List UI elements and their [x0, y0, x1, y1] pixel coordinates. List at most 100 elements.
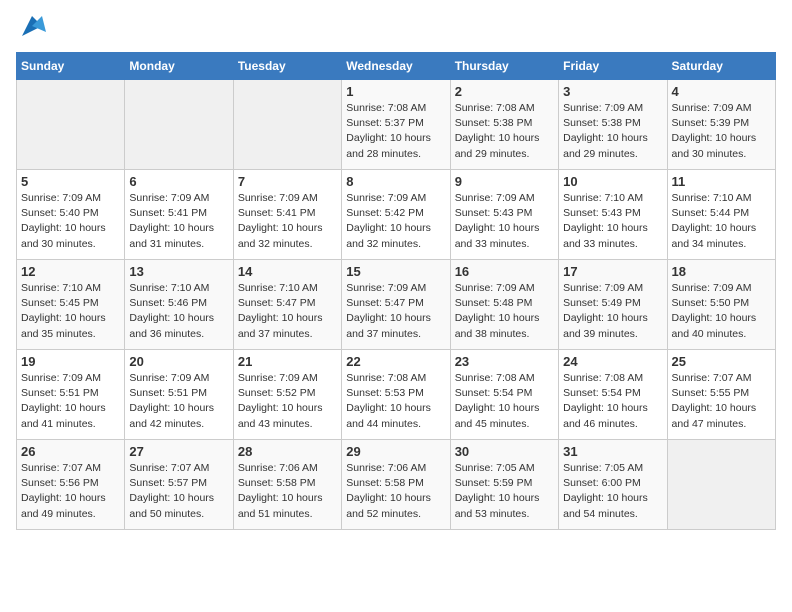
day-info: Sunrise: 7:09 AMSunset: 5:43 PMDaylight:… — [455, 191, 554, 252]
day-number: 6 — [129, 174, 228, 189]
day-number: 24 — [563, 354, 662, 369]
day-number: 16 — [455, 264, 554, 279]
day-info: Sunrise: 7:09 AMSunset: 5:39 PMDaylight:… — [672, 101, 771, 162]
weekday-header: Monday — [125, 53, 233, 80]
day-info: Sunrise: 7:07 AMSunset: 5:55 PMDaylight:… — [672, 371, 771, 432]
calendar-cell: 18 Sunrise: 7:09 AMSunset: 5:50 PMDayligh… — [667, 260, 775, 350]
day-number: 14 — [238, 264, 337, 279]
day-info: Sunrise: 7:09 AMSunset: 5:48 PMDaylight:… — [455, 281, 554, 342]
day-info: Sunrise: 7:08 AMSunset: 5:53 PMDaylight:… — [346, 371, 445, 432]
day-number: 12 — [21, 264, 120, 279]
calendar-cell: 17 Sunrise: 7:09 AMSunset: 5:49 PMDayligh… — [559, 260, 667, 350]
calendar-cell — [125, 80, 233, 170]
calendar-week-row: 5 Sunrise: 7:09 AMSunset: 5:40 PMDaylight… — [17, 170, 776, 260]
calendar-cell: 21 Sunrise: 7:09 AMSunset: 5:52 PMDayligh… — [233, 350, 341, 440]
day-number: 23 — [455, 354, 554, 369]
day-number: 1 — [346, 84, 445, 99]
calendar-cell: 5 Sunrise: 7:09 AMSunset: 5:40 PMDaylight… — [17, 170, 125, 260]
calendar-cell: 14 Sunrise: 7:10 AMSunset: 5:47 PMDayligh… — [233, 260, 341, 350]
calendar-cell: 23 Sunrise: 7:08 AMSunset: 5:54 PMDayligh… — [450, 350, 558, 440]
day-number: 17 — [563, 264, 662, 279]
calendar-cell: 24 Sunrise: 7:08 AMSunset: 5:54 PMDayligh… — [559, 350, 667, 440]
calendar-week-row: 12 Sunrise: 7:10 AMSunset: 5:45 PMDayligh… — [17, 260, 776, 350]
day-info: Sunrise: 7:09 AMSunset: 5:51 PMDaylight:… — [129, 371, 228, 432]
day-number: 29 — [346, 444, 445, 459]
weekday-header: Saturday — [667, 53, 775, 80]
weekday-header: Friday — [559, 53, 667, 80]
day-number: 30 — [455, 444, 554, 459]
calendar-cell: 6 Sunrise: 7:09 AMSunset: 5:41 PMDaylight… — [125, 170, 233, 260]
day-number: 19 — [21, 354, 120, 369]
day-info: Sunrise: 7:09 AMSunset: 5:42 PMDaylight:… — [346, 191, 445, 252]
day-info: Sunrise: 7:08 AMSunset: 5:54 PMDaylight:… — [455, 371, 554, 432]
day-number: 10 — [563, 174, 662, 189]
calendar-cell: 9 Sunrise: 7:09 AMSunset: 5:43 PMDaylight… — [450, 170, 558, 260]
weekday-header: Tuesday — [233, 53, 341, 80]
calendar-cell: 31 Sunrise: 7:05 AMSunset: 6:00 PMDayligh… — [559, 440, 667, 530]
calendar-cell: 13 Sunrise: 7:10 AMSunset: 5:46 PMDayligh… — [125, 260, 233, 350]
calendar-cell — [17, 80, 125, 170]
calendar-cell: 28Sunrise: 7:06 AMSunset: 5:58 PMDayligh… — [233, 440, 341, 530]
day-info: Sunrise: 7:08 AMSunset: 5:38 PMDaylight:… — [455, 101, 554, 162]
day-number: 22 — [346, 354, 445, 369]
day-info: Sunrise: 7:07 AMSunset: 5:56 PMDaylight:… — [21, 461, 120, 522]
page-header — [16, 16, 776, 40]
day-info: Sunrise: 7:10 AMSunset: 5:44 PMDaylight:… — [672, 191, 771, 252]
calendar-cell: 10 Sunrise: 7:10 AMSunset: 5:43 PMDayligh… — [559, 170, 667, 260]
day-number: 28 — [238, 444, 337, 459]
day-number: 25 — [672, 354, 771, 369]
day-number: 18 — [672, 264, 771, 279]
day-info: Sunrise: 7:09 AMSunset: 5:51 PMDaylight:… — [21, 371, 120, 432]
day-info: Sunrise: 7:06 AMSunset: 5:58 PMDaylight:… — [346, 461, 445, 522]
day-info: Sunrise: 7:09 AMSunset: 5:52 PMDaylight:… — [238, 371, 337, 432]
day-number: 7 — [238, 174, 337, 189]
calendar-cell — [233, 80, 341, 170]
day-number: 31 — [563, 444, 662, 459]
day-info: Sunrise: 7:09 AMSunset: 5:49 PMDaylight:… — [563, 281, 662, 342]
day-info: Sunrise: 7:10 AMSunset: 5:47 PMDaylight:… — [238, 281, 337, 342]
day-number: 13 — [129, 264, 228, 279]
logo-icon — [18, 12, 46, 40]
calendar-header-row: SundayMondayTuesdayWednesdayThursdayFrid… — [17, 53, 776, 80]
calendar-week-row: 19 Sunrise: 7:09 AMSunset: 5:51 PMDayligh… — [17, 350, 776, 440]
weekday-header: Sunday — [17, 53, 125, 80]
day-info: Sunrise: 7:08 AMSunset: 5:37 PMDaylight:… — [346, 101, 445, 162]
day-number: 9 — [455, 174, 554, 189]
day-info: Sunrise: 7:08 AMSunset: 5:54 PMDaylight:… — [563, 371, 662, 432]
day-number: 15 — [346, 264, 445, 279]
day-info: Sunrise: 7:09 AMSunset: 5:41 PMDaylight:… — [238, 191, 337, 252]
calendar-week-row: 26Sunrise: 7:07 AMSunset: 5:56 PMDayligh… — [17, 440, 776, 530]
calendar-cell: 27Sunrise: 7:07 AMSunset: 5:57 PMDayligh… — [125, 440, 233, 530]
calendar-cell: 2Sunrise: 7:08 AMSunset: 5:38 PMDaylight… — [450, 80, 558, 170]
day-info: Sunrise: 7:09 AMSunset: 5:41 PMDaylight:… — [129, 191, 228, 252]
calendar-cell: 11 Sunrise: 7:10 AMSunset: 5:44 PMDayligh… — [667, 170, 775, 260]
day-info: Sunrise: 7:09 AMSunset: 5:40 PMDaylight:… — [21, 191, 120, 252]
day-number: 27 — [129, 444, 228, 459]
day-number: 4 — [672, 84, 771, 99]
calendar-cell: 26Sunrise: 7:07 AMSunset: 5:56 PMDayligh… — [17, 440, 125, 530]
weekday-header: Wednesday — [342, 53, 450, 80]
calendar-cell: 22 Sunrise: 7:08 AMSunset: 5:53 PMDayligh… — [342, 350, 450, 440]
day-info: Sunrise: 7:05 AMSunset: 6:00 PMDaylight:… — [563, 461, 662, 522]
weekday-header: Thursday — [450, 53, 558, 80]
calendar-cell: 15Sunrise: 7:09 AMSunset: 5:47 PMDayligh… — [342, 260, 450, 350]
calendar-cell: 19 Sunrise: 7:09 AMSunset: 5:51 PMDayligh… — [17, 350, 125, 440]
calendar-cell: 16 Sunrise: 7:09 AMSunset: 5:48 PMDayligh… — [450, 260, 558, 350]
calendar-table: SundayMondayTuesdayWednesdayThursdayFrid… — [16, 52, 776, 530]
calendar-cell: 4 Sunrise: 7:09 AMSunset: 5:39 PMDaylight… — [667, 80, 775, 170]
calendar-cell: 20 Sunrise: 7:09 AMSunset: 5:51 PMDayligh… — [125, 350, 233, 440]
calendar-cell: 25 Sunrise: 7:07 AMSunset: 5:55 PMDayligh… — [667, 350, 775, 440]
day-info: Sunrise: 7:09 AMSunset: 5:50 PMDaylight:… — [672, 281, 771, 342]
day-info: Sunrise: 7:10 AMSunset: 5:45 PMDaylight:… — [21, 281, 120, 342]
day-info: Sunrise: 7:05 AMSunset: 5:59 PMDaylight:… — [455, 461, 554, 522]
calendar-cell — [667, 440, 775, 530]
day-number: 20 — [129, 354, 228, 369]
day-info: Sunrise: 7:10 AMSunset: 5:46 PMDaylight:… — [129, 281, 228, 342]
calendar-cell: 7 Sunrise: 7:09 AMSunset: 5:41 PMDaylight… — [233, 170, 341, 260]
day-number: 5 — [21, 174, 120, 189]
logo — [16, 16, 46, 40]
calendar-cell: 3Sunrise: 7:09 AMSunset: 5:38 PMDaylight… — [559, 80, 667, 170]
day-info: Sunrise: 7:10 AMSunset: 5:43 PMDaylight:… — [563, 191, 662, 252]
day-number: 21 — [238, 354, 337, 369]
day-number: 11 — [672, 174, 771, 189]
